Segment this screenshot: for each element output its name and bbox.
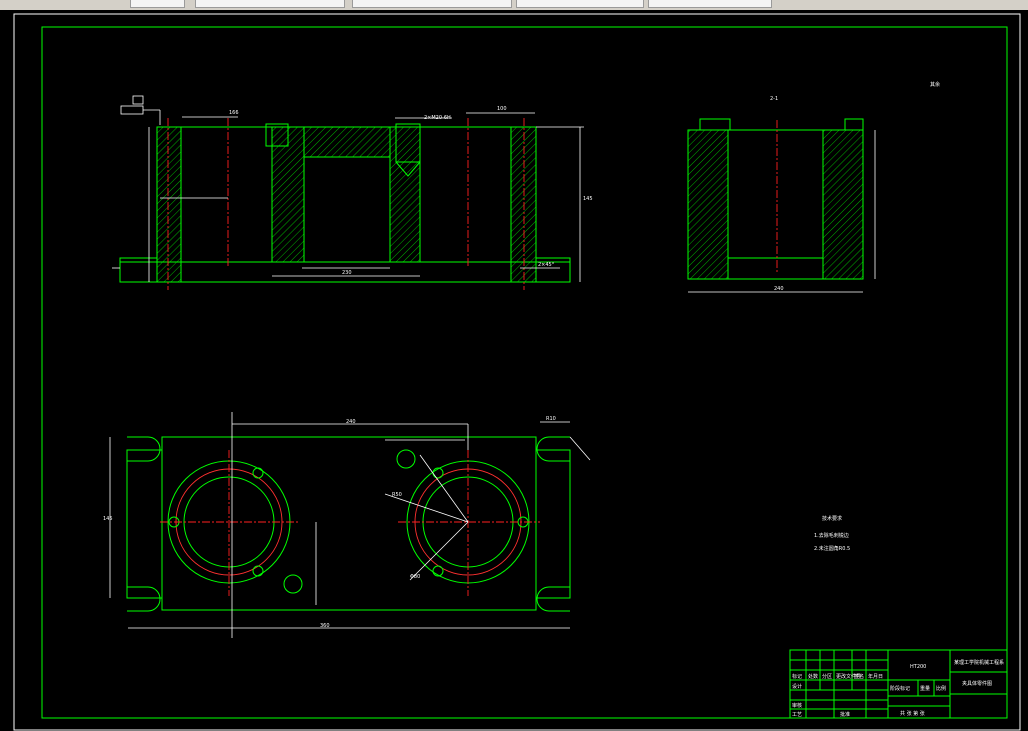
dim-side-base: 240 [774,286,784,292]
title-row-date: 年月日 [868,673,883,680]
title-material: HT200 [910,664,926,670]
cad-drawing-canvas[interactable]: 166 2×M20-6H 100 230 145 2×45° 2-1 其余 24… [0,10,1028,731]
notes-line-2: 2.未注圆角R0.5 [814,545,850,552]
title-school: 某理工学院机械工程系 [954,659,1004,666]
dim-plan-width: 360 [320,623,330,629]
title-row-count: 处数 [808,673,818,680]
plan-view: 240 360 145 R50 Φ80 R10 [103,412,591,638]
dim-radius: R50 [392,492,402,498]
toolbar-tab-5[interactable] [648,0,772,8]
title-design: 设计 [792,683,802,690]
side-section-view: 2-1 其余 240 [687,81,940,293]
title-sheet: 共 张 第 张 [900,710,925,717]
dim-chamfer: 2×45° [538,262,555,268]
title-row-zone: 分区 [822,673,832,680]
roughness-note: 其余 [930,81,940,88]
notes-line-1: 1.去除毛刺锐边 [814,532,849,539]
dim-slot: R10 [546,416,556,422]
title-check: 审核 [792,702,802,709]
title-block: HT200 某理工学院机械工程系 夹具体零件图 标记 处数 分区 更改文件号 签… [789,649,1008,719]
section-label: 2-1 [770,96,778,102]
technical-notes: 技术要求 1.去除毛刺锐边 2.未注圆角R0.5 [814,515,850,552]
title-row-sign: 签名 [854,673,864,680]
drawing-svg: 166 2×M20-6H 100 230 145 2×45° 2-1 其余 24… [13,13,1021,731]
title-part-name: 夹具体零件图 [962,680,992,687]
toolbar-tab-2[interactable] [195,0,345,8]
sheet-border [13,13,1021,731]
dim-plan-center: 240 [346,419,356,425]
title-row-label: 标记 [792,673,802,680]
toolbar-tab-1[interactable] [130,0,185,8]
dim-plan-height: 145 [103,516,113,522]
title-scale: 比例 [936,685,946,692]
notes-title: 技术要求 [822,515,842,522]
title-stage: 阶段标记 [890,685,910,692]
toolbar-tab-4[interactable] [516,0,644,8]
title-approve: 批准 [840,711,850,718]
dim-side-width: 100 [497,106,507,112]
dim-base-width: 230 [342,270,352,276]
title-process: 工艺 [792,712,802,718]
front-section-view: 166 2×M20-6H 100 230 145 2×45° [112,95,593,290]
dim-hole: Φ80 [410,574,420,580]
dim-thread: 2×M20-6H [424,115,451,121]
toolbar-tab-3[interactable] [352,0,512,8]
title-weight: 重量 [920,685,930,692]
dim-height: 145 [583,196,593,202]
dim-label-1: 166 [229,110,239,116]
